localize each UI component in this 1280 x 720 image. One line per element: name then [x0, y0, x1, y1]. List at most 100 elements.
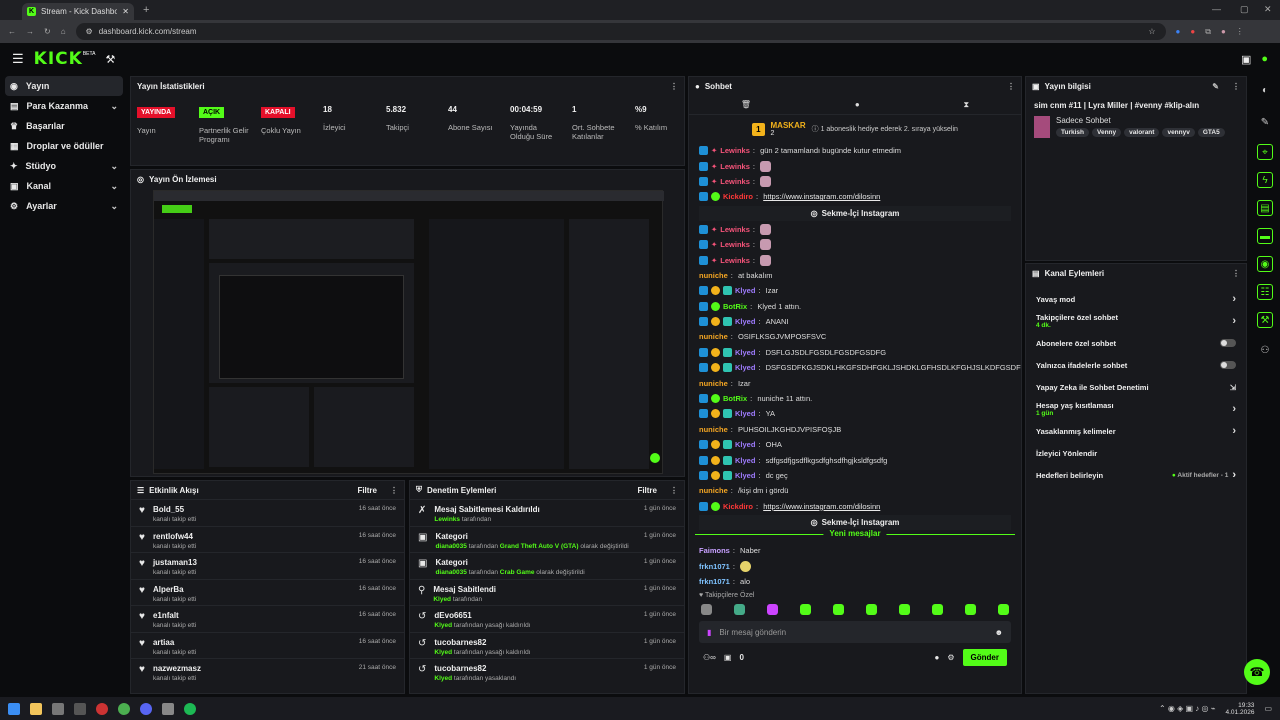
activity-user[interactable]: rentlofw44	[153, 532, 196, 541]
chat-username[interactable]: Klyed	[735, 440, 755, 449]
more-options-icon[interactable]: ⋮	[1232, 82, 1240, 91]
chat-username[interactable]: nuniche	[699, 379, 728, 388]
preview-video[interactable]	[153, 190, 664, 474]
windows-start-icon[interactable]	[8, 702, 20, 715]
chat-username[interactable]: Klyed	[735, 456, 755, 465]
channel-action-row[interactable]: Hesap yaş kısıtlaması 1 gün ›	[1026, 398, 1246, 420]
chat-message[interactable]: nuniche: Izar	[689, 375, 1021, 390]
channel-action-row[interactable]: Abonelere özel sohbet	[1026, 332, 1246, 354]
chat-message[interactable]: Klyed: OHA	[689, 437, 1021, 452]
chrome-icon[interactable]	[118, 702, 130, 715]
chat-username[interactable]: Lewinks	[720, 146, 750, 155]
channel-action-row[interactable]: Takipçilere özel sohbet 4 dk. ›	[1026, 310, 1246, 332]
more-options-icon[interactable]: ⋮	[1232, 269, 1240, 278]
activity-user[interactable]: nazwezmasz	[153, 664, 201, 673]
chat-username[interactable]: nuniche	[699, 271, 728, 280]
layout-icon[interactable]: ☷	[1257, 284, 1273, 300]
emote-icon[interactable]	[932, 604, 943, 616]
chat-message[interactable]: BotRix: nuniche 11 attın.	[689, 391, 1021, 406]
moderator-name[interactable]: Klyed	[434, 675, 452, 682]
chat-username[interactable]: BotRix	[723, 302, 747, 311]
chat-username[interactable]: Kickdiro	[723, 502, 753, 511]
filter-button[interactable]: Filtre	[357, 486, 377, 495]
sidebar-item-yayin[interactable]: ◉ Yayın	[5, 76, 123, 96]
chat-username[interactable]: nuniche	[699, 332, 728, 341]
chat-message[interactable]: Klyed: YA	[689, 406, 1021, 421]
activity-user[interactable]: justaman13	[153, 558, 197, 567]
reload-icon[interactable]: ↻	[44, 27, 51, 36]
contrast-icon[interactable]: ◐	[1255, 80, 1275, 100]
chat-message[interactable]: Kickdiro: https://www.instagram.com/dilo…	[689, 189, 1021, 204]
app-icon[interactable]	[162, 702, 174, 715]
file-explorer-icon[interactable]	[30, 702, 42, 715]
notification-icon[interactable]: ▭	[1264, 704, 1272, 713]
emote-icon[interactable]	[734, 604, 745, 616]
emote-icon[interactable]	[701, 604, 712, 616]
emote-icon[interactable]	[899, 604, 910, 616]
mic-icon[interactable]: ▮	[707, 628, 711, 637]
sidebar-item-kanal[interactable]: ▣ Kanal ⌄	[0, 176, 128, 196]
chat-input[interactable]: ▮ Bir mesaj gönderin ☻	[699, 621, 1011, 644]
chat-message[interactable]: frkn1071:	[689, 558, 1021, 573]
new-tab-button[interactable]: +	[143, 4, 149, 16]
toggle-switch[interactable]	[1220, 339, 1236, 347]
emoji-icon[interactable]: ☻	[995, 628, 1003, 637]
channel-action-row[interactable]: Yalnızca ifadelerle sohbet	[1026, 354, 1246, 376]
pinned-link-button[interactable]: ◎ Sekme-İçi Instagram	[699, 205, 1011, 221]
menu-icon[interactable]: ☰	[12, 51, 24, 67]
tag-chip[interactable]: GTA5	[1197, 128, 1225, 137]
browser-menu-icon[interactable]: ⋮	[1236, 27, 1244, 36]
cam-icon[interactable]: ⌖	[1257, 144, 1273, 160]
tag-chip[interactable]: Turkish	[1056, 128, 1089, 137]
activity-user[interactable]: e1nfalt	[153, 611, 196, 620]
chat-message[interactable]: Klyed: ANANI	[689, 314, 1021, 329]
trash-icon[interactable]: 🗑	[741, 100, 751, 109]
chat-message[interactable]: ✦ Lewinks: gün 2 tamamlandı bugünde kutur…	[689, 143, 1021, 158]
tag-chip[interactable]: valorant	[1124, 128, 1160, 137]
tools-icon[interactable]: ⚒	[106, 53, 116, 66]
close-window-button[interactable]: ✕	[1264, 4, 1272, 15]
chat-username[interactable]: nuniche	[699, 425, 728, 434]
profile-avatar[interactable]: ●	[1221, 27, 1226, 36]
moderator-name[interactable]: Klyed	[434, 649, 452, 656]
forward-icon[interactable]: →	[26, 27, 34, 36]
send-button[interactable]: Gönder	[962, 649, 1007, 667]
chat-bubble-icon[interactable]: ●	[935, 653, 940, 662]
chat-username[interactable]: Klyed	[735, 348, 755, 357]
maximize-button[interactable]: ▢	[1240, 4, 1249, 15]
sidebar-item-basarilar[interactable]: ♛ Başarılar	[0, 116, 128, 136]
more-options-icon[interactable]: ⋮	[390, 486, 398, 495]
gear-icon[interactable]: ⚙	[947, 653, 954, 662]
help-chat-button[interactable]: ☎	[1244, 659, 1270, 685]
edit-icon[interactable]: ✎	[1212, 82, 1219, 91]
clock[interactable]: 19:33 4.01.2026	[1226, 702, 1255, 716]
moderator-name[interactable]: diana0035	[435, 569, 466, 576]
filter-button[interactable]: Filtre	[637, 486, 657, 495]
creator-icon[interactable]: ▣	[1241, 53, 1251, 66]
emote-icon[interactable]	[833, 604, 844, 616]
chat-username[interactable]: Lewinks	[720, 162, 750, 171]
people-icon[interactable]: ⚇	[1255, 340, 1275, 360]
chat-message[interactable]: nuniche: PUHSOILJKGHDJVPISFOŞJB	[689, 422, 1021, 437]
more-options-icon[interactable]: ⋮	[670, 486, 678, 495]
chat-icon[interactable]: ▬	[1257, 228, 1273, 244]
channel-action-row[interactable]: Yasaklanmış kelimeler ›	[1026, 420, 1246, 442]
site-info-icon[interactable]: ⚙	[86, 27, 93, 36]
chat-message[interactable]: ✦ Lewinks:	[689, 237, 1021, 252]
more-options-icon[interactable]: ⋮	[1007, 82, 1015, 91]
chat-username[interactable]: Lewinks	[720, 256, 750, 265]
settings-group-icon[interactable]: ⚇∞	[703, 653, 716, 662]
chat-message[interactable]: frkn1071: alo	[689, 574, 1021, 589]
tray-icons[interactable]: ⌃ ◉ ◈ ▣ ♪ ◎ ⌁	[1159, 704, 1216, 713]
channel-action-row[interactable]: İzleyici Yönlendir	[1026, 442, 1246, 464]
browser-tab[interactable]: K Stream - Kick Dashboard ✕	[22, 3, 134, 20]
app-icon[interactable]	[96, 702, 108, 715]
spotify-icon[interactable]	[184, 702, 196, 715]
sidebar-item-droplar[interactable]: ▦ Droplar ve ödüller	[0, 136, 128, 156]
app-icon[interactable]	[52, 702, 64, 715]
emote-icon[interactable]	[800, 604, 811, 616]
minimize-button[interactable]: —	[1212, 4, 1221, 14]
moderator-name[interactable]: Klyed	[434, 622, 452, 629]
bolt-icon[interactable]: ϟ	[1257, 172, 1273, 188]
channel-action-row[interactable]: Hedefleri belirleyin ● Aktif hedefler - 1…	[1026, 464, 1246, 486]
